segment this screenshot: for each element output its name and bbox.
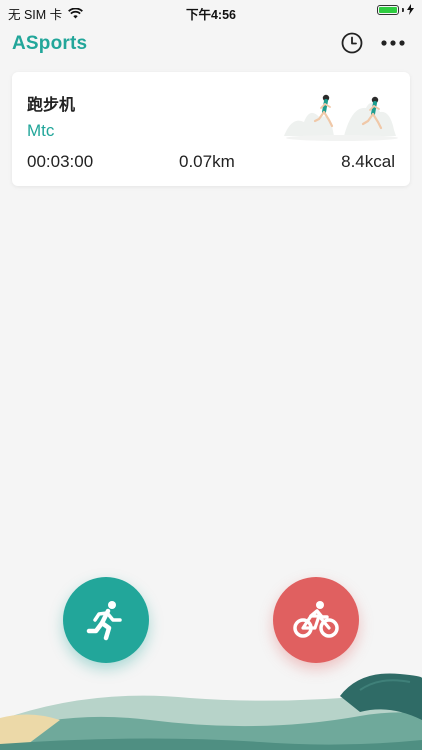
cyclist-icon xyxy=(293,601,339,638)
record-calories: 8.4kcal xyxy=(341,152,395,171)
record-distance: 0.07km xyxy=(179,152,235,171)
status-bar: 无 SIM 卡 下午4:56 xyxy=(0,0,422,22)
status-time: 下午4:56 xyxy=(185,8,237,22)
battery-cap xyxy=(402,7,404,12)
workout-record-card[interactable]: 跑步机 Mtc 00:03:00 0.07km 8.4kcal xyxy=(12,72,410,186)
runners-illustration xyxy=(284,94,398,141)
app-title: ASports xyxy=(12,33,88,54)
running-person-icon xyxy=(86,601,122,641)
record-title: 跑步机 xyxy=(27,97,76,114)
start-cycling-button[interactable] xyxy=(273,577,359,663)
record-stats: 00:03:00 0.07km 8.4kcal xyxy=(27,152,395,174)
more-options-button[interactable] xyxy=(378,31,408,55)
charging-bolt-icon xyxy=(407,4,414,15)
status-bar-right xyxy=(377,4,414,15)
landscape-decoration xyxy=(0,660,422,750)
battery-icon xyxy=(377,4,399,15)
record-duration: 00:03:00 xyxy=(27,152,94,171)
record-user: Mtc xyxy=(27,121,55,140)
nav-bar: ASports xyxy=(0,22,422,66)
clock-icon xyxy=(341,32,363,54)
history-button[interactable] xyxy=(340,31,364,55)
start-run-button[interactable] xyxy=(63,577,149,663)
ellipsis-icon xyxy=(381,40,405,46)
battery-level xyxy=(379,6,397,13)
